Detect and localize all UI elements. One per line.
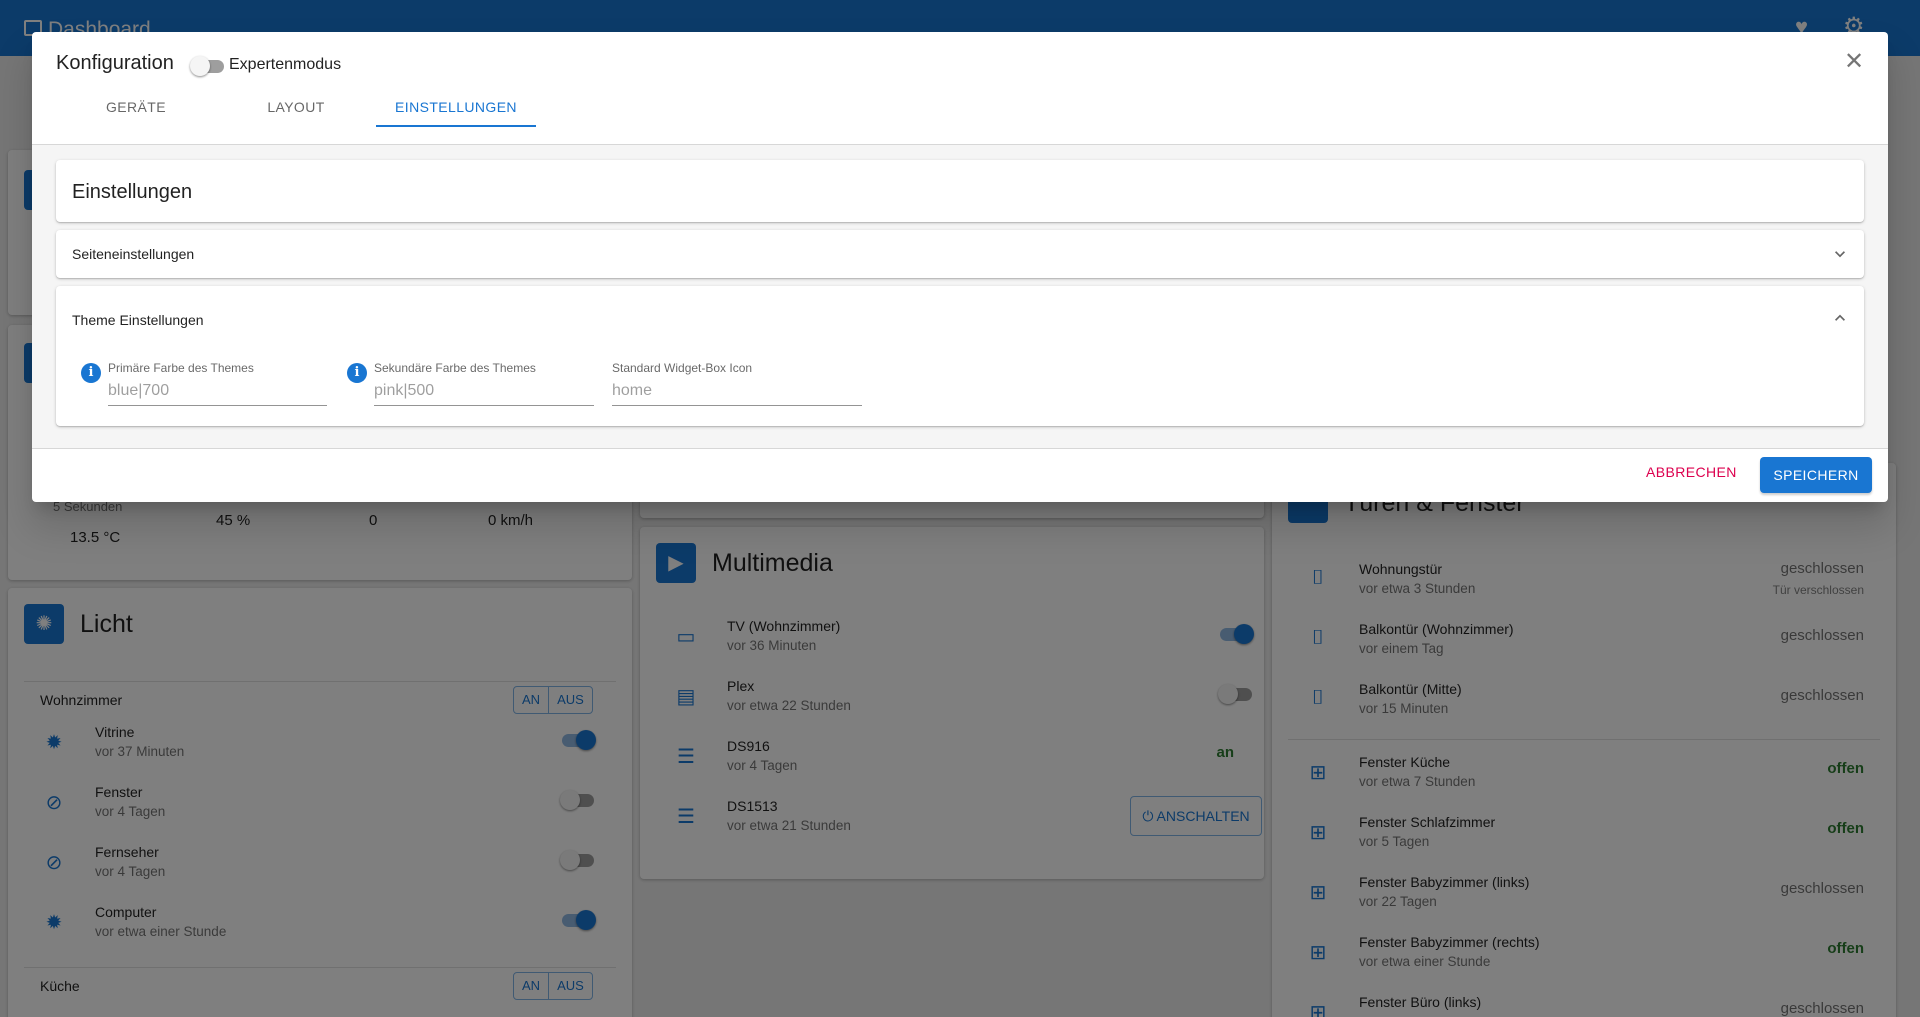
primary-color-field: i Primäre Farbe des Themes <box>81 361 327 411</box>
tab-einstellungen[interactable]: EINSTELLUNGEN <box>376 92 536 140</box>
widget-icon-field: Standard Widget-Box Icon <box>612 361 862 411</box>
expert-mode-label: Expertenmodus <box>229 56 342 73</box>
theme-settings-label: Theme Einstellungen <box>72 312 204 328</box>
widget-icon-label: Standard Widget-Box Icon <box>612 361 753 375</box>
theme-settings-panel: Theme Einstellungen i Primäre Farbe des … <box>56 286 1864 426</box>
primary-color-label: Primäre Farbe des Themes <box>108 361 254 375</box>
info-icon[interactable]: i <box>347 363 367 383</box>
secondary-color-input[interactable] <box>374 377 594 406</box>
dialog-content: Einstellungen Seiteneinstellungen Theme … <box>32 144 1888 449</box>
page-settings-label: Seiteneinstellungen <box>72 246 195 262</box>
tab-geraete[interactable]: GERÄTE <box>56 92 216 140</box>
close-icon[interactable]: ✕ <box>1842 50 1866 74</box>
info-icon[interactable]: i <box>81 363 101 383</box>
secondary-color-field: i Sekundäre Farbe des Themes <box>347 361 597 411</box>
secondary-color-label: Sekundäre Farbe des Themes <box>374 361 536 375</box>
primary-color-input[interactable] <box>108 377 327 406</box>
chevron-down-icon[interactable] <box>1830 244 1850 264</box>
page-settings-panel[interactable]: Seiteneinstellungen <box>56 230 1864 278</box>
chevron-up-icon[interactable] <box>1830 308 1850 328</box>
settings-header-panel: Einstellungen <box>56 160 1864 222</box>
config-dialog: Konfiguration Expertenmodus ✕ GERÄTE LAY… <box>32 32 1888 502</box>
dialog-title: Konfiguration <box>56 52 174 74</box>
tab-layout[interactable]: LAYOUT <box>216 92 376 140</box>
widget-icon-input[interactable] <box>612 377 862 406</box>
expert-mode-toggle[interactable] <box>190 56 226 76</box>
cancel-button[interactable]: ABBRECHEN <box>1638 458 1745 486</box>
section-title: Einstellungen <box>72 181 193 203</box>
save-button[interactable]: SPEICHERN <box>1760 457 1872 493</box>
active-tab-indicator <box>376 125 536 127</box>
